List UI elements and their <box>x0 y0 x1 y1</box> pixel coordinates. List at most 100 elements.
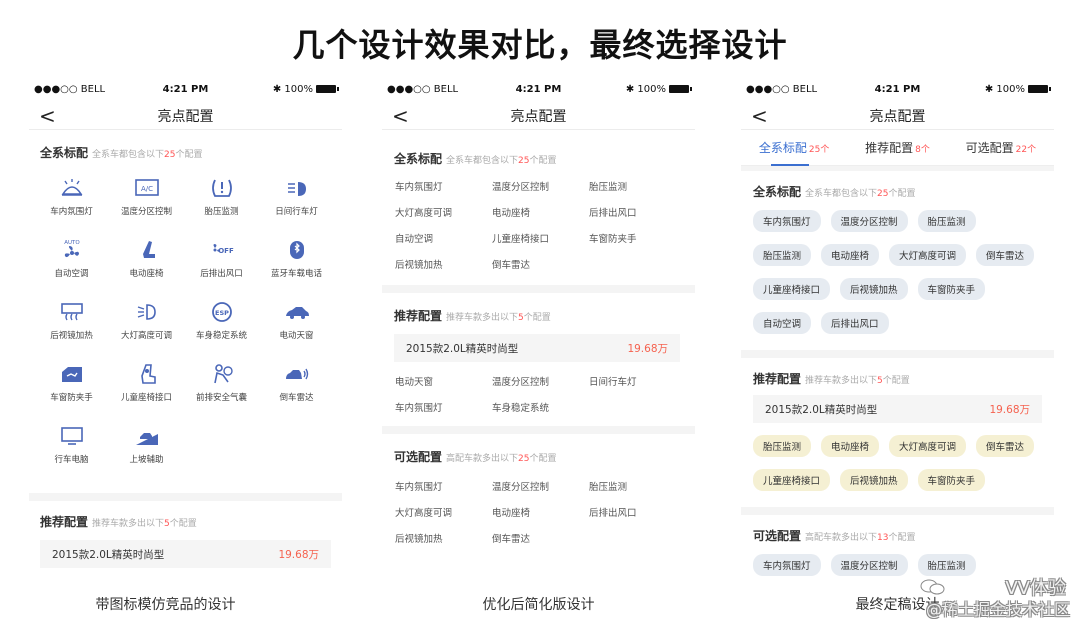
page-title: 几个设计效果对比，最终选择设计 <box>292 26 788 64</box>
trim-price-row[interactable]: 2015款2.0L精英时尚型 19.68万 <box>394 334 680 362</box>
trim-name: 2015款2.0L精英时尚型 <box>52 548 165 561</box>
feature-chip[interactable]: 车内氛围灯 <box>753 554 821 576</box>
feature-chip[interactable]: 大灯高度可调 <box>889 244 967 266</box>
feature-chip[interactable]: 自动空调 <box>753 312 812 334</box>
trim-price: 19.68万 <box>278 548 319 561</box>
bluetooth-icon: ✱ <box>272 84 285 95</box>
feature-item[interactable]: 儿童座椅接口 <box>492 231 589 245</box>
feature-item[interactable]: 后视镜加热 <box>395 531 492 545</box>
feature-item[interactable]: 后视镜加热 <box>395 257 492 271</box>
section-subtitle: 推荐车款多出以下5个配置 <box>805 376 910 386</box>
feature-item[interactable]: 电动座椅 <box>492 505 589 519</box>
feature-chip[interactable]: 电动座椅 <box>821 435 880 457</box>
feature-item[interactable]: 行车电脑 <box>34 423 109 471</box>
feature-item[interactable]: A/C 温度分区控制 <box>109 175 184 223</box>
feature-item[interactable]: 车窗防夹手 <box>589 231 684 245</box>
nav-bar: < 亮点配置 <box>741 102 1054 130</box>
feature-item[interactable]: 上坡辅助 <box>109 423 184 471</box>
feature-item[interactable]: 车窗防夹手 <box>34 361 109 409</box>
ac-zone-icon: A/C <box>109 175 184 201</box>
mirror-heat-icon <box>34 299 109 325</box>
status-bar: ●●●○○ BELL 4:21 PM ✱ 100% <box>741 78 1054 102</box>
feature-chip[interactable]: 倒车雷达 <box>976 435 1035 457</box>
feature-item[interactable]: 倒车雷达 <box>492 257 589 271</box>
section-header-standard: 全系标配 全系车都包含以下25个配置 <box>753 185 916 199</box>
feature-chip[interactable]: 车窗防夹手 <box>917 278 986 300</box>
feature-chip[interactable]: 后视镜加热 <box>840 469 908 491</box>
battery-status: ✱ 100% <box>984 84 1051 95</box>
feature-item[interactable]: 自动空调 <box>395 231 492 245</box>
feature-item[interactable]: 电动座椅 <box>109 237 184 285</box>
section-header-standard: 全系标配 全系车都包含以下25个配置 <box>394 152 557 166</box>
hill-assist-icon <box>109 423 184 449</box>
feature-chip[interactable]: 后视镜加热 <box>840 278 908 300</box>
bluetooth-icon: ✱ <box>625 84 638 95</box>
ambient-light-icon <box>34 175 109 201</box>
feature-chip[interactable]: 胎压监测 <box>753 244 812 266</box>
phone-mockup-simplified: ●●●○○ BELL 4:21 PM ✱ 100% < 亮点配置 全系标配 全系车… <box>382 78 695 586</box>
feature-item[interactable]: 胎压监测 <box>589 479 684 493</box>
feature-item[interactable]: 倒车雷达 <box>492 531 589 545</box>
feature-item[interactable]: 车内氛围灯 <box>395 400 492 414</box>
tab-recommended[interactable]: 推荐配置 8个 <box>865 139 930 156</box>
section-divider <box>382 426 695 434</box>
section-tabs: 全系标配 25个 推荐配置 8个 可选配置 22个 <box>741 130 1054 166</box>
feature-chip[interactable]: 胎压监测 <box>753 435 812 457</box>
feature-item[interactable]: 车身稳定系统 <box>492 400 589 414</box>
trim-name: 2015款2.0L精英时尚型 <box>765 403 878 416</box>
feature-item[interactable]: 大灯高度可调 <box>109 299 184 347</box>
feature-item[interactable]: 胎压监测 <box>184 175 259 223</box>
tab-standard[interactable]: 全系标配 25个 <box>759 139 829 166</box>
feature-item[interactable]: 日间行车灯 <box>589 374 684 388</box>
feature-item[interactable]: 温度分区控制 <box>492 374 589 388</box>
section-subtitle: 推荐车款多出以下5个配置 <box>92 519 197 529</box>
feature-chip[interactable]: 温度分区控制 <box>830 210 908 232</box>
svg-text:ESP: ESP <box>215 309 229 317</box>
feature-item[interactable]: 电动天窗 <box>395 374 492 388</box>
tab-optional[interactable]: 可选配置 22个 <box>966 139 1036 156</box>
feature-item[interactable]: 日间行车灯 <box>259 175 334 223</box>
feature-item[interactable]: OFF 后排出风口 <box>184 237 259 285</box>
feature-item[interactable]: 后排出风口 <box>589 505 684 519</box>
feature-item[interactable]: 蓝牙车载电话 <box>259 237 334 285</box>
feature-item[interactable]: 温度分区控制 <box>492 479 589 493</box>
feature-chip[interactable]: 儿童座椅接口 <box>753 469 831 491</box>
feature-item[interactable]: 前排安全气囊 <box>184 361 259 409</box>
svg-text:A/C: A/C <box>140 185 152 193</box>
feature-chip[interactable]: 儿童座椅接口 <box>753 278 831 300</box>
trim-price-row[interactable]: 2015款2.0L精英时尚型 19.68万 <box>40 540 331 568</box>
feature-item[interactable]: 倒车雷达 <box>259 361 334 409</box>
feature-chip[interactable]: 车内氛围灯 <box>753 210 821 232</box>
feature-item[interactable]: 电动天窗 <box>259 299 334 347</box>
feature-item[interactable]: 大灯高度可调 <box>395 505 492 519</box>
feature-chip[interactable]: 车窗防夹手 <box>917 469 986 491</box>
feature-item[interactable]: 电动座椅 <box>492 205 589 219</box>
svg-text:OFF: OFF <box>218 247 234 255</box>
feature-item[interactable]: 温度分区控制 <box>492 179 589 193</box>
feature-item[interactable]: 车内氛围灯 <box>395 479 492 493</box>
feature-chip[interactable]: 倒车雷达 <box>976 244 1035 266</box>
feature-item[interactable]: 大灯高度可调 <box>395 205 492 219</box>
feature-item[interactable]: AUTO 自动空调 <box>34 237 109 285</box>
feature-chip[interactable]: 温度分区控制 <box>830 554 908 576</box>
watermark: VV体验 @稀土掘金技术社区 <box>868 574 1078 624</box>
trim-price-row[interactable]: 2015款2.0L精英时尚型 19.68万 <box>753 395 1042 423</box>
battery-icon <box>316 85 339 93</box>
standard-feature-list: 车内氛围灯 温度分区控制 胎压监测 大灯高度可调 电动座椅 后排出风口 自动空调… <box>382 175 695 277</box>
feature-item[interactable]: ESP 车身稳定系统 <box>184 299 259 347</box>
feature-chip[interactable]: 电动座椅 <box>821 244 880 266</box>
section-header-standard: 全系标配 全系车都包含以下25个配置 <box>29 130 342 169</box>
nav-title: 亮点配置 <box>157 109 214 125</box>
feature-chip[interactable]: 胎压监测 <box>917 210 976 232</box>
feature-item[interactable]: 胎压监测 <box>589 179 684 193</box>
feature-item[interactable]: 车内氛围灯 <box>395 179 492 193</box>
feature-chip[interactable]: 后排出风口 <box>821 312 889 334</box>
recommended-chip-list: 胎压监测 电动座椅 大灯高度可调 倒车雷达 儿童座椅接口 后视镜加热 车窗防夹手 <box>741 427 1054 497</box>
feature-chip[interactable]: 大灯高度可调 <box>889 435 967 457</box>
feature-item[interactable]: 后视镜加热 <box>34 299 109 347</box>
feature-chip[interactable]: 胎压监测 <box>917 554 976 576</box>
feature-item[interactable]: 车内氛围灯 <box>34 175 109 223</box>
feature-item[interactable]: 儿童座椅接口 <box>109 361 184 409</box>
bluetooth-icon: ✱ <box>984 84 997 95</box>
feature-item[interactable]: 后排出风口 <box>589 205 684 219</box>
